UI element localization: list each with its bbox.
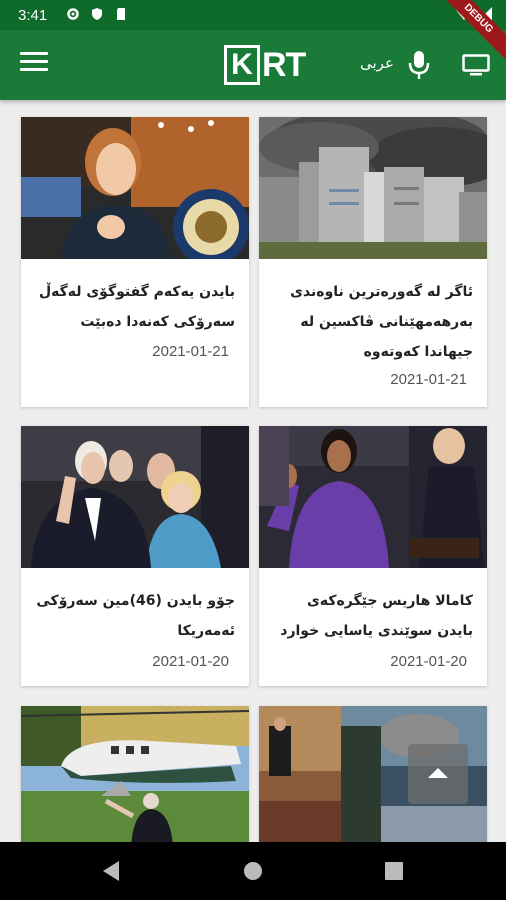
news-image-helicopter	[21, 706, 249, 842]
news-date: 2021-01-21	[152, 343, 229, 360]
shield-icon	[90, 7, 104, 21]
back-icon[interactable]	[101, 860, 121, 882]
recent-apps-icon[interactable]	[384, 861, 404, 881]
tv-icon	[462, 54, 490, 76]
news-date: 2021-01-21	[390, 371, 467, 388]
status-bar: 3:41	[0, 0, 506, 30]
sd-card-icon	[114, 7, 128, 21]
news-image-biden	[21, 426, 249, 568]
hamburger-menu-icon	[20, 52, 48, 55]
news-card[interactable]	[21, 706, 249, 842]
logo-rt: RT	[262, 45, 306, 84]
news-image-fire	[259, 117, 487, 259]
news-card[interactable]: ئاگر لە گەورەترین ناوەندی بەرهەمهێنانی ڤ…	[259, 117, 487, 407]
news-feed[interactable]: ئاگر لە گەورەترین ناوەندی بەرهەمهێنانی ڤ…	[0, 100, 506, 842]
news-card[interactable]: بایدن یەکەم گفتوگۆی لەگەڵ سەرۆکی کەنەدا …	[21, 117, 249, 407]
menu-button[interactable]	[20, 52, 48, 76]
news-image-harris	[259, 426, 487, 568]
microphone-button[interactable]	[408, 50, 430, 80]
navigation-bar	[0, 842, 506, 900]
news-date: 2021-01-20	[390, 653, 467, 670]
news-title: ئاگر لە گەورەترین ناوەندی بەرهەمهێنانی ڤ…	[290, 284, 473, 360]
news-image-press	[21, 117, 249, 259]
news-title: بایدن یەکەم گفتوگۆی لەگەڵ سەرۆکی کەنەدا …	[38, 284, 235, 330]
arrow-up-icon	[428, 768, 448, 778]
status-icons	[66, 7, 128, 21]
language-switch-link[interactable]: عربی	[360, 54, 394, 72]
news-card[interactable]: جۆو بایدن (46)مین سەرۆکی ئەمەریکا 2021-0…	[21, 426, 249, 686]
news-date: 2021-01-20	[152, 653, 229, 670]
status-time: 3:41	[18, 7, 48, 24]
live-tv-button[interactable]	[462, 54, 490, 76]
microphone-icon	[408, 51, 430, 79]
logo-k: K	[224, 45, 260, 85]
news-title: جۆو بایدن (46)مین سەرۆکی ئەمەریکا	[36, 593, 235, 639]
home-icon[interactable]	[242, 860, 264, 882]
news-title: کامالا هاریس جێگرەکەی بایدن سوێندی یاسای…	[280, 593, 473, 639]
app-bar: K RT عربی	[0, 30, 506, 100]
scroll-to-top-button[interactable]	[408, 744, 468, 804]
krt-logo: K RT	[224, 43, 306, 87]
settings-gear-icon	[66, 7, 80, 21]
news-card[interactable]: کامالا هاریس جێگرەکەی بایدن سوێندی یاسای…	[259, 426, 487, 686]
